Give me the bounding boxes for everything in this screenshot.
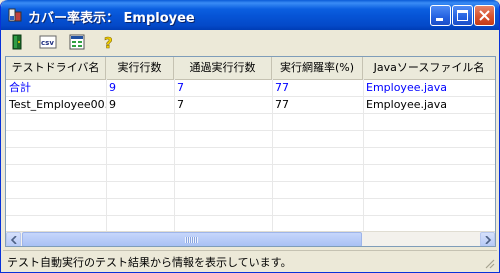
window-title: カバー率表示： Employee xyxy=(28,11,195,26)
scroll-left-icon xyxy=(10,236,17,244)
column-header-coverage-rate[interactable]: 実行網羅率(%) xyxy=(272,57,363,79)
exit-icon xyxy=(12,34,22,50)
cell-executed-lines: 9 xyxy=(109,98,116,111)
coverage-table[interactable]: テストドライバ名 実行行数 通過実行行数 実行網羅率(%) Javaソースファイ… xyxy=(5,56,496,247)
coverage-window: カバー率表示： Employee csv ? テストドライバ名 実行行数 通過実… xyxy=(0,0,500,273)
app-icon xyxy=(8,8,22,22)
help-icon: ? xyxy=(104,34,113,50)
cell-coverage-rate: 77 xyxy=(275,98,289,111)
close-icon xyxy=(479,10,490,21)
close-button[interactable] xyxy=(474,5,495,26)
scroll-right-button[interactable] xyxy=(480,232,495,246)
row-divider xyxy=(6,198,495,199)
cell-test-driver: Test_Employee00... xyxy=(9,98,106,111)
scroll-right-icon xyxy=(485,236,492,244)
status-bar: テスト自動実行のテスト結果から情報を表示しています。 xyxy=(3,250,497,271)
cell-java-source: Employee.java xyxy=(366,81,448,94)
title-bar[interactable]: カバー率表示： Employee xyxy=(1,0,499,30)
table-header: テストドライバ名 実行行数 通過実行行数 実行網羅率(%) Javaソースファイ… xyxy=(6,57,495,80)
row-divider xyxy=(6,147,495,148)
cell-test-driver: 合計 xyxy=(9,81,31,94)
csv-icon: csv xyxy=(39,35,57,49)
scroll-grip xyxy=(185,237,198,243)
scroll-left-button[interactable] xyxy=(6,232,21,246)
column-header-java-source[interactable]: Javaソースファイル名 xyxy=(363,57,495,79)
horizontal-scrollbar[interactable] xyxy=(6,231,495,246)
scroll-thumb[interactable] xyxy=(22,232,362,246)
table-row-total[interactable]: 合計 9 7 77 Employee.java xyxy=(6,79,495,96)
csv-export-button[interactable]: csv xyxy=(36,32,58,52)
toolbar: csv ? xyxy=(4,30,498,54)
maximize-icon xyxy=(457,10,468,21)
status-text: テスト自動実行のテスト結果から情報を表示しています。 xyxy=(7,256,292,269)
maximize-button[interactable] xyxy=(452,5,473,26)
table-row[interactable]: Test_Employee00... 9 7 77 Employee.java xyxy=(6,96,495,113)
column-header-test-driver[interactable]: テストドライバ名 xyxy=(6,57,106,79)
row-divider xyxy=(6,113,495,114)
row-divider xyxy=(6,130,495,131)
cell-java-source: Employee.java xyxy=(366,98,448,111)
cell-passed-lines: 7 xyxy=(177,81,184,94)
resize-grip-icon[interactable] xyxy=(483,257,495,269)
cell-passed-lines: 7 xyxy=(177,98,184,111)
minimize-button[interactable] xyxy=(430,5,451,26)
cell-coverage-rate: 77 xyxy=(275,81,289,94)
exit-button[interactable] xyxy=(6,32,28,52)
help-button[interactable]: ? xyxy=(98,32,120,52)
column-header-passed-lines[interactable]: 通過実行行数 xyxy=(174,57,272,79)
row-divider xyxy=(6,215,495,216)
cell-executed-lines: 9 xyxy=(109,81,116,94)
minimize-icon xyxy=(436,18,443,21)
report-icon xyxy=(69,34,85,50)
svg-text:?: ? xyxy=(104,34,113,50)
row-divider xyxy=(6,164,495,165)
svg-text:csv: csv xyxy=(41,39,54,47)
column-header-executed-lines[interactable]: 実行行数 xyxy=(106,57,174,79)
report-button[interactable] xyxy=(66,32,88,52)
row-divider xyxy=(6,181,495,182)
